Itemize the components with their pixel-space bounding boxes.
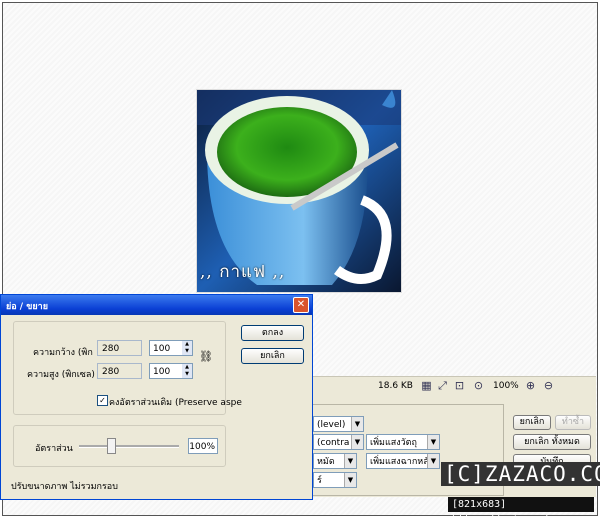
image-info-badge: [821x683] https://upic.me/	[448, 497, 594, 525]
height-label: ความสูง (พิกเซล)	[27, 370, 95, 380]
zoom-fit-icon[interactable]: ⊡	[453, 379, 466, 392]
chevron-down-icon: ▼	[427, 454, 439, 468]
cancel-button[interactable]: ยกเลิก	[241, 348, 304, 364]
fit-icon[interactable]: ⤢	[436, 379, 449, 392]
undo-all-button[interactable]: ยกเลิก ทั้งหมด	[513, 434, 591, 450]
brighten-background-select[interactable]: เพิ่มแสงฉากหลัง ▼	[366, 453, 440, 469]
chevron-down-icon: ▼	[351, 435, 363, 449]
zoom-in-icon[interactable]: ⊕	[524, 379, 537, 392]
level-select[interactable]: (level) ▼	[313, 416, 364, 432]
link-chain-icon[interactable]: ⛓	[199, 350, 213, 363]
width-percent-stepper[interactable]: 100 ▲ ▼	[149, 340, 193, 356]
chevron-down-icon: ▼	[351, 417, 363, 431]
keep-ratio-checkbox[interactable]: ✓	[97, 395, 108, 406]
chevron-down-icon: ▼	[344, 454, 356, 468]
dialog-footer-note: ปรับขนาดภาพ ไม่รวมกรอบ	[11, 482, 118, 492]
contrast-select[interactable]: (contra ▼	[313, 434, 364, 450]
redo-button[interactable]: ทำซ้ำ	[555, 415, 591, 430]
undo-button[interactable]: ยกเลิก	[513, 415, 551, 430]
ratio-slider-track[interactable]	[79, 445, 179, 448]
watermark: [C]ZAZACO.CO	[441, 462, 600, 486]
ratio-slider-thumb[interactable]	[107, 438, 116, 454]
zoom-reset-icon[interactable]: ⊙	[472, 379, 485, 392]
height-percent-stepper[interactable]: 100 ▲ ▼	[149, 363, 193, 379]
width-label: ความกว้าง (พิก	[33, 348, 93, 358]
checker-icon: ▦	[421, 379, 432, 392]
ok-button[interactable]: ตกลง	[241, 325, 304, 341]
filter-select[interactable]: ร์ ▼	[313, 472, 357, 488]
close-icon[interactable]: ✕	[293, 297, 309, 313]
chevron-up-icon[interactable]: ▲	[182, 341, 192, 348]
zoom-level: 100%	[493, 381, 519, 391]
ratio-label: อัตราส่วน	[35, 444, 73, 454]
zoom-out-icon[interactable]: ⊖	[542, 379, 555, 392]
chevron-down-icon[interactable]: ▼	[182, 371, 192, 378]
sharpen-select[interactable]: หมัด ▼	[313, 453, 357, 469]
photo-caption: ,, กาแฟ ,,	[200, 262, 286, 282]
chevron-down-icon: ▼	[427, 435, 439, 449]
keep-ratio-label: คงอัตราส่วนเดิม (Preserve aspe	[109, 398, 242, 408]
dialog-titlebar[interactable]: ย่อ / ขยาย ✕	[1, 295, 312, 315]
resize-dialog: ย่อ / ขยาย ✕ ความกว้าง (พิก ความสูง (พิก…	[0, 294, 313, 500]
chevron-up-icon[interactable]: ▲	[182, 364, 192, 371]
brighten-subject-select[interactable]: เพิ่มแสงวัตถุ ▼	[366, 434, 440, 450]
ratio-value: 100%	[188, 438, 218, 454]
chevron-down-icon: ▼	[344, 473, 356, 487]
dialog-title: ย่อ / ขยาย	[6, 302, 48, 312]
chevron-down-icon[interactable]: ▼	[182, 348, 192, 355]
width-pixels-field[interactable]: 280	[97, 340, 142, 356]
file-size: 18.6 KB	[378, 381, 413, 391]
height-pixels-field[interactable]: 280	[97, 363, 142, 379]
